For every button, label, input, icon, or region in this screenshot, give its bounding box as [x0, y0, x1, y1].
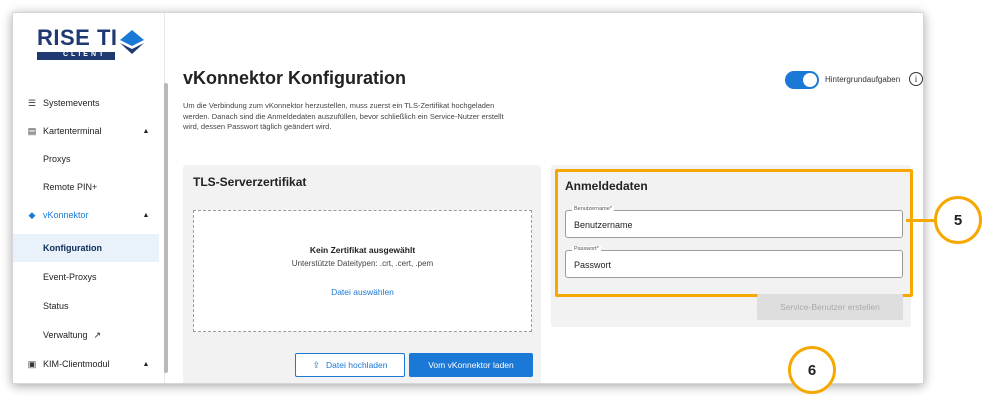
- rise-ti-logo[interactable]: RISE TI CLIENT: [37, 25, 147, 65]
- logo-sub: CLIENT: [63, 51, 107, 58]
- create-service-user-button[interactable]: Service-Benutzer erstellen: [757, 294, 903, 320]
- sidebar-item-label: Kartenterminal: [43, 126, 102, 136]
- logo-brand: RISE TI: [37, 25, 118, 50]
- password-value: Passwort: [574, 260, 612, 270]
- sidebar-item-proxys[interactable]: Proxys: [13, 145, 159, 173]
- events-icon: ☰: [27, 97, 37, 108]
- sidebar-item-remote-pin[interactable]: Remote PIN+: [13, 173, 159, 201]
- app-window: RISE TI CLIENT ☰ Systemevents ▤ Kartente…: [12, 12, 924, 384]
- upload-file-label: Datei hochladen: [326, 360, 388, 370]
- sidebar-item-kartenterminal[interactable]: ▤ Kartenterminal ▲: [13, 117, 159, 145]
- main-content: vKonnektor Konfiguration Hintergrundaufg…: [173, 13, 923, 383]
- upload-file-button[interactable]: ⇪ Datei hochladen: [295, 353, 405, 377]
- upload-icon: ⇪: [312, 359, 321, 370]
- sidebar-item-label: KIM-Clientmodul: [43, 359, 110, 369]
- intro-text: Um die Verbindung zum vKonnektor herzust…: [183, 101, 504, 131]
- logo-diamond-icon: [120, 30, 144, 54]
- vkonnektor-icon: ◆: [28, 209, 36, 220]
- chevron-up-icon: ▲: [142, 360, 150, 368]
- sidebar-item-label: Konfiguration: [43, 243, 102, 253]
- sidebar-item-label: Remote PIN+: [43, 182, 98, 192]
- sidebar-item-kim-clientmodul[interactable]: ▣ KIM-Clientmodul ▲: [13, 350, 159, 378]
- toggle-knob: [803, 73, 817, 87]
- background-tasks-toggle[interactable]: [785, 71, 819, 89]
- sidebar-item-vkonnektor[interactable]: ◆ vKonnektor ▲: [13, 201, 159, 229]
- terminal-icon: ▤: [27, 125, 37, 136]
- sidebar-item-status[interactable]: Status: [13, 292, 159, 320]
- sidebar-item-verwaltung[interactable]: Verwaltung ↗: [13, 321, 159, 349]
- sidebar-item-label: Status: [43, 301, 69, 311]
- username-field[interactable]: Benutzername* Benutzername: [565, 206, 903, 238]
- page-title: vKonnektor Konfiguration: [183, 68, 406, 88]
- sidebar-item-konfiguration[interactable]: Konfiguration: [13, 234, 159, 262]
- callout-5-connector: [906, 219, 936, 222]
- empty-title: Kein Zertifikat ausgewählt: [309, 245, 416, 255]
- username-value: Benutzername: [574, 220, 633, 230]
- username-label: Benutzername*: [572, 206, 614, 212]
- certificate-title: TLS-Serverzertifikat: [193, 175, 307, 189]
- sidebar-item-label: Event-Proxys: [43, 272, 97, 282]
- external-link-icon: ↗: [93, 329, 102, 340]
- password-label: Passwort*: [572, 246, 601, 252]
- chevron-up-icon: ▲: [142, 127, 150, 135]
- sidebar-item-event-proxys[interactable]: Event-Proxys: [13, 263, 159, 291]
- callout-6: 6: [788, 346, 836, 394]
- toggle-label: Hintergrundaufgaben: [825, 75, 901, 84]
- load-from-vkonnektor-button[interactable]: Vom vKonnektor laden: [409, 353, 533, 377]
- sidebar-item-label: vKonnektor: [43, 210, 89, 220]
- certificate-dropzone[interactable]: Kein Zertifikat ausgewählt Unterstützte …: [193, 210, 532, 332]
- sidebar-item-label: Proxys: [43, 154, 71, 164]
- sidebar-scrollbar[interactable]: [164, 83, 168, 373]
- sidebar-item-label: Verwaltung: [43, 330, 88, 340]
- callout-5: 5: [934, 196, 982, 244]
- kim-icon: ▣: [27, 358, 37, 369]
- select-file-link[interactable]: Datei auswählen: [194, 287, 531, 297]
- screenshot-frame: RISE TI CLIENT ☰ Systemevents ▤ Kartente…: [0, 0, 986, 396]
- chevron-up-icon: ▲: [142, 211, 150, 219]
- file-types-text: Unterstützte Dateitypen: .crt, .cert, .p…: [291, 259, 434, 268]
- credentials-title: Anmeldedaten: [565, 179, 648, 193]
- sidebar: RISE TI CLIENT ☰ Systemevents ▤ Kartente…: [13, 13, 168, 383]
- sidebar-item-systemevents[interactable]: ☰ Systemevents: [13, 89, 159, 117]
- sidebar-item-label: Systemevents: [43, 98, 100, 108]
- password-field[interactable]: Passwort* Passwort: [565, 246, 903, 278]
- info-icon[interactable]: i: [909, 72, 923, 86]
